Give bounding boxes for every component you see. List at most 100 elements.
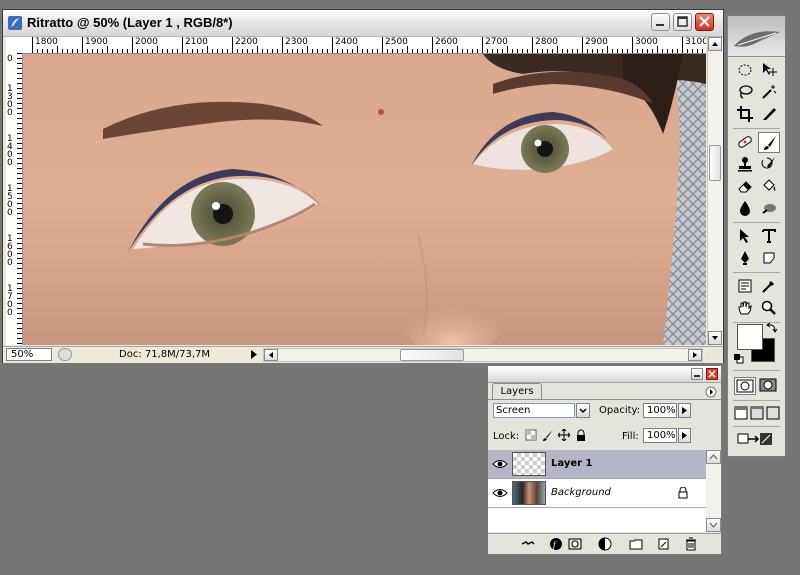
ruler-label: 2100 [185, 37, 208, 47]
dodge-tool-icon[interactable] [758, 198, 780, 219]
document-window[interactable]: Ritratto @ 50% (Layer 1 , RGB/8*) 1800 1… [2, 9, 724, 363]
new-layer-icon[interactable] [656, 537, 670, 551]
horizontal-scrollbar[interactable] [263, 348, 703, 362]
adjustment-layer-icon[interactable] [598, 537, 612, 551]
ruler-label: 2600 [435, 37, 458, 47]
hand-tool-icon[interactable] [734, 298, 756, 319]
ruler-corner[interactable] [6, 37, 23, 54]
ruler-label: 2400 [335, 37, 358, 47]
zoom-level-field[interactable]: 50% [6, 348, 52, 361]
marquee-tool-icon[interactable] [734, 60, 756, 81]
resize-grip-icon[interactable] [707, 348, 721, 362]
document-title: Ritratto @ 50% (Layer 1 , RGB/8*) [27, 15, 233, 30]
ruler-label: 1300 [7, 84, 13, 118]
arrow-right-icon [682, 407, 687, 414]
layer-style-icon[interactable]: f [549, 537, 563, 551]
horizontal-scroll-thumb[interactable] [400, 349, 464, 361]
type-tool-icon[interactable] [758, 226, 780, 247]
scroll-up-button[interactable] [708, 37, 722, 51]
layer-row-layer-1[interactable]: Layer 1 [488, 450, 706, 479]
panel-close-button[interactable] [706, 368, 718, 380]
tools-panel[interactable] [727, 15, 786, 457]
blend-mode-select[interactable]: Screen [493, 403, 575, 418]
fill-field[interactable]: 100% [643, 428, 677, 443]
eyedropper-tool-icon[interactable] [758, 276, 780, 297]
lock-position-move-icon[interactable] [557, 428, 571, 442]
panel-minimize-button[interactable] [691, 368, 703, 380]
blur-tool-icon[interactable] [734, 198, 756, 219]
tab-layers[interactable]: Layers [492, 383, 542, 400]
link-layers-icon[interactable] [521, 537, 535, 551]
scroll-left-button[interactable] [264, 349, 278, 361]
layers-panel[interactable]: Layers Screen Opacity: 100% Lock: Fill: … [487, 365, 722, 554]
trash-icon[interactable] [684, 537, 698, 551]
brush-tool-icon[interactable] [758, 132, 780, 153]
paint-bucket-tool-icon[interactable] [758, 176, 780, 197]
layers-scrollbar[interactable] [706, 450, 721, 532]
swap-colors-icon[interactable] [766, 322, 778, 334]
lock-label: Lock: [493, 431, 520, 442]
notes-tool-icon[interactable] [734, 276, 756, 297]
lock-all-icon[interactable] [575, 429, 587, 441]
healing-brush-tool-icon[interactable] [734, 132, 756, 153]
zoom-tool-icon[interactable] [758, 298, 780, 319]
jump-to-imageready-icon[interactable] [736, 430, 776, 448]
scroll-up-button[interactable] [706, 450, 721, 464]
layer-row-background[interactable]: Background [488, 479, 706, 508]
blend-mode-dropdown-button[interactable] [576, 403, 590, 418]
fill-slider-button[interactable] [678, 428, 691, 443]
eraser-tool-icon[interactable] [734, 176, 756, 197]
image-canvas[interactable] [23, 54, 706, 345]
standard-screen-mode-icon[interactable] [734, 406, 748, 420]
tools-header[interactable] [728, 16, 785, 57]
quick-mask-mode-icon[interactable] [758, 377, 780, 395]
layers-panel-titlebar[interactable] [488, 366, 721, 383]
panel-menu-arrow-icon[interactable] [705, 386, 717, 398]
path-selection-tool-icon[interactable] [734, 226, 756, 247]
slice-tool-icon[interactable] [758, 104, 780, 125]
arrow-left-icon [269, 352, 273, 358]
vertical-scrollbar[interactable] [707, 37, 723, 345]
history-brush-tool-icon[interactable] [758, 154, 780, 175]
visibility-eye-icon[interactable] [492, 458, 508, 470]
vertical-scroll-thumb[interactable] [709, 145, 721, 181]
magic-wand-tool-icon[interactable] [758, 82, 780, 103]
arrow-up-icon [709, 454, 718, 460]
horizontal-ruler[interactable]: 1800 1900 2000 2100 2200 2300 2400 2500 … [22, 37, 706, 54]
lasso-tool-icon[interactable] [734, 82, 756, 103]
opacity-field[interactable]: 100% [643, 403, 677, 418]
lock-image-brush-icon[interactable] [542, 429, 554, 441]
maximize-button[interactable] [673, 13, 692, 31]
ruler-label: 1900 [85, 37, 108, 47]
ruler-label: 1800 [35, 37, 58, 47]
minimize-button[interactable] [651, 13, 670, 31]
lock-transparency-icon[interactable] [525, 429, 537, 441]
clone-stamp-tool-icon[interactable] [734, 154, 756, 175]
visibility-eye-icon[interactable] [492, 487, 508, 499]
crop-tool-icon[interactable] [734, 104, 756, 125]
scroll-down-button[interactable] [706, 518, 721, 532]
status-menu-arrow-icon[interactable] [247, 348, 260, 361]
feather-icon [734, 31, 780, 47]
ruler-label: 1600 [7, 234, 13, 268]
scroll-right-button[interactable] [688, 349, 702, 361]
add-mask-icon[interactable] [568, 537, 582, 551]
status-info-icon[interactable] [58, 348, 72, 361]
pen-tool-icon[interactable] [734, 248, 756, 269]
chevron-down-icon [579, 408, 587, 414]
opacity-slider-button[interactable] [678, 403, 691, 418]
vertical-ruler[interactable]: 0 1300 1400 1500 1600 1700 [6, 53, 23, 345]
scroll-down-button[interactable] [708, 331, 722, 345]
standard-mode-icon[interactable] [734, 377, 756, 395]
layer-group-folder-icon[interactable] [629, 537, 643, 551]
foreground-color-swatch[interactable] [737, 324, 763, 350]
close-button[interactable] [695, 13, 714, 31]
full-screen-mode-icon[interactable] [766, 406, 780, 420]
move-tool-icon[interactable] [758, 60, 780, 81]
full-screen-menu-mode-icon[interactable] [750, 406, 764, 420]
custom-shape-tool-icon[interactable] [758, 248, 780, 269]
tool-separator [733, 128, 780, 129]
default-colors-icon[interactable] [734, 354, 744, 364]
document-titlebar[interactable]: Ritratto @ 50% (Layer 1 , RGB/8*) [3, 10, 723, 37]
opacity-label: Opacity: [599, 405, 641, 416]
